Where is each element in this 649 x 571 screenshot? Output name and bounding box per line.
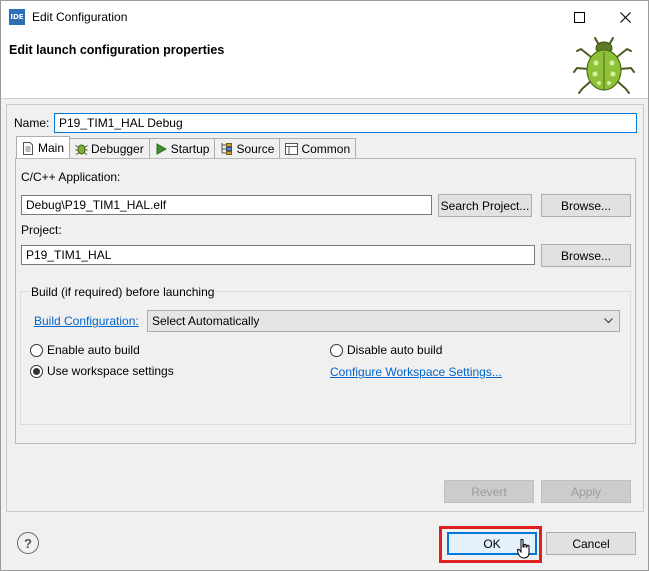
build-configuration-select[interactable]: Select Automatically [147, 310, 620, 332]
use-workspace-settings-option[interactable]: Use workspace settings [30, 364, 174, 378]
title-bar: IDE Edit Configuration [1, 1, 648, 33]
build-group: Build (if required) before launching Bui… [20, 285, 631, 425]
disable-auto-build-radio[interactable] [330, 343, 343, 357]
build-configuration-value: Select Automatically [152, 314, 260, 328]
search-project-button[interactable]: Search Project... [438, 194, 532, 217]
tab-common-label: Common [301, 141, 351, 156]
source-tab-icon [219, 142, 233, 156]
name-field[interactable]: P19_TIM1_HAL Debug [54, 113, 637, 133]
tab-common[interactable]: Common [280, 138, 357, 159]
apply-button[interactable]: Apply [541, 480, 631, 503]
main-tab-panel: C/C++ Application: Debug\P19_TIM1_HAL.el… [15, 158, 636, 444]
application-browse-button[interactable]: Browse... [541, 194, 631, 217]
ide-app-icon: IDE [9, 9, 25, 25]
edit-configuration-dialog: IDE Edit Configuration Edit launch confi… [0, 0, 649, 571]
maximize-button[interactable] [556, 1, 602, 33]
tab-debugger[interactable]: Debugger [70, 138, 150, 159]
common-tab-icon [284, 142, 298, 156]
enable-auto-build-option[interactable]: Enable auto build [30, 343, 140, 357]
project-label: Project: [21, 223, 62, 237]
help-icon[interactable]: ? [17, 532, 39, 554]
tab-startup[interactable]: Startup [149, 138, 216, 159]
close-button[interactable] [602, 1, 648, 33]
window-title: Edit Configuration [32, 10, 128, 24]
use-workspace-settings-radio[interactable] [30, 364, 43, 378]
mouse-cursor-icon [517, 539, 530, 559]
enable-auto-build-radio[interactable] [30, 343, 43, 357]
tab-main-label: Main [38, 141, 65, 155]
debug-bug-icon [573, 37, 635, 94]
cancel-button[interactable]: Cancel [546, 532, 636, 555]
config-tabs: Main Debugger Startup Source Common [16, 136, 357, 159]
maximize-icon [573, 11, 585, 23]
configuration-content: Name: P19_TIM1_HAL Debug Main Debugger S… [6, 104, 644, 512]
header-banner: Edit launch configuration properties [1, 33, 648, 99]
tab-source-label: Source [236, 141, 275, 156]
project-field[interactable]: P19_TIM1_HAL [21, 245, 535, 265]
banner-title: Edit launch configuration properties [9, 43, 225, 57]
use-workspace-settings-label: Use workspace settings [47, 364, 174, 378]
main-tab-icon [21, 141, 35, 155]
application-field[interactable]: Debug\P19_TIM1_HAL.elf [21, 195, 432, 215]
chevron-down-icon [604, 318, 613, 324]
debugger-tab-icon [74, 142, 88, 156]
configure-workspace-settings-link[interactable]: Configure Workspace Settings... [330, 365, 502, 379]
startup-tab-icon [154, 142, 168, 156]
tab-main[interactable]: Main [16, 136, 71, 159]
enable-auto-build-label: Enable auto build [47, 343, 140, 357]
disable-auto-build-label: Disable auto build [347, 343, 443, 357]
revert-button[interactable]: Revert [444, 480, 534, 503]
close-icon [619, 11, 631, 23]
app-label: C/C++ Application: [21, 170, 121, 184]
name-label: Name: [14, 116, 50, 130]
build-configuration-link[interactable]: Build Configuration: [34, 314, 139, 328]
tab-source[interactable]: Source [215, 138, 281, 159]
build-group-title: Build (if required) before launching [29, 285, 217, 299]
tab-startup-label: Startup [170, 141, 210, 156]
disable-auto-build-option[interactable]: Disable auto build [330, 343, 442, 357]
project-browse-button[interactable]: Browse... [541, 244, 631, 267]
tab-debugger-label: Debugger [91, 141, 144, 156]
